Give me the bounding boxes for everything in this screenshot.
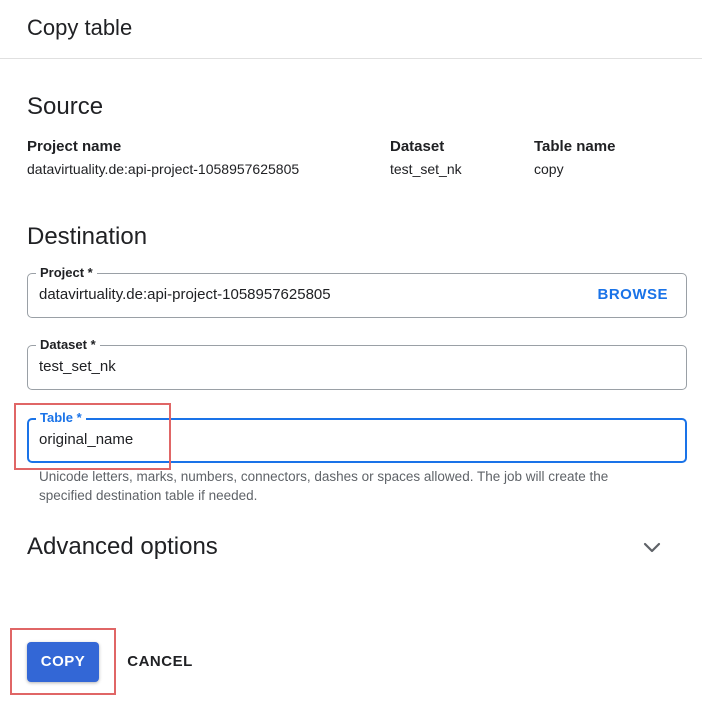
source-project-value: datavirtuality.de:api-project-1058957625… <box>27 161 300 177</box>
copy-button[interactable]: COPY <box>27 642 99 682</box>
destination-project-value[interactable]: datavirtuality.de:api-project-1058957625… <box>39 286 579 303</box>
source-dataset-value: test_set_nk <box>390 161 462 177</box>
advanced-options-toggle[interactable]: Advanced options <box>27 533 218 561</box>
source-table-label: Table name <box>534 138 616 155</box>
chevron-down-icon[interactable] <box>640 538 664 558</box>
destination-table-input[interactable] <box>39 431 579 448</box>
table-name-hint: Unicode letters, marks, numbers, connect… <box>39 469 609 503</box>
destination-heading: Destination <box>27 223 148 250</box>
browse-button[interactable]: BROWSE <box>598 286 669 303</box>
destination-table-field[interactable]: Table * <box>27 409 687 463</box>
destination-table-label: Table * <box>36 409 86 427</box>
source-project-label: Project name <box>27 138 122 155</box>
source-table-value: copy <box>534 161 564 177</box>
source-dataset-label: Dataset <box>390 138 445 155</box>
destination-dataset-label: Dataset * <box>36 336 100 354</box>
destination-dataset-field[interactable]: Dataset * test_set_nk <box>27 336 687 390</box>
copy-table-dialog: Copy table Source Project name datavirtu… <box>0 0 702 705</box>
destination-project-label: Project * <box>36 264 97 282</box>
dialog-header: Copy table <box>0 0 702 59</box>
cancel-button[interactable]: CANCEL <box>118 642 202 682</box>
destination-dataset-value[interactable]: test_set_nk <box>39 358 579 375</box>
source-heading: Source <box>27 93 104 120</box>
dialog-title: Copy table <box>27 15 133 40</box>
destination-project-field[interactable]: Project * datavirtuality.de:api-project-… <box>27 264 687 318</box>
